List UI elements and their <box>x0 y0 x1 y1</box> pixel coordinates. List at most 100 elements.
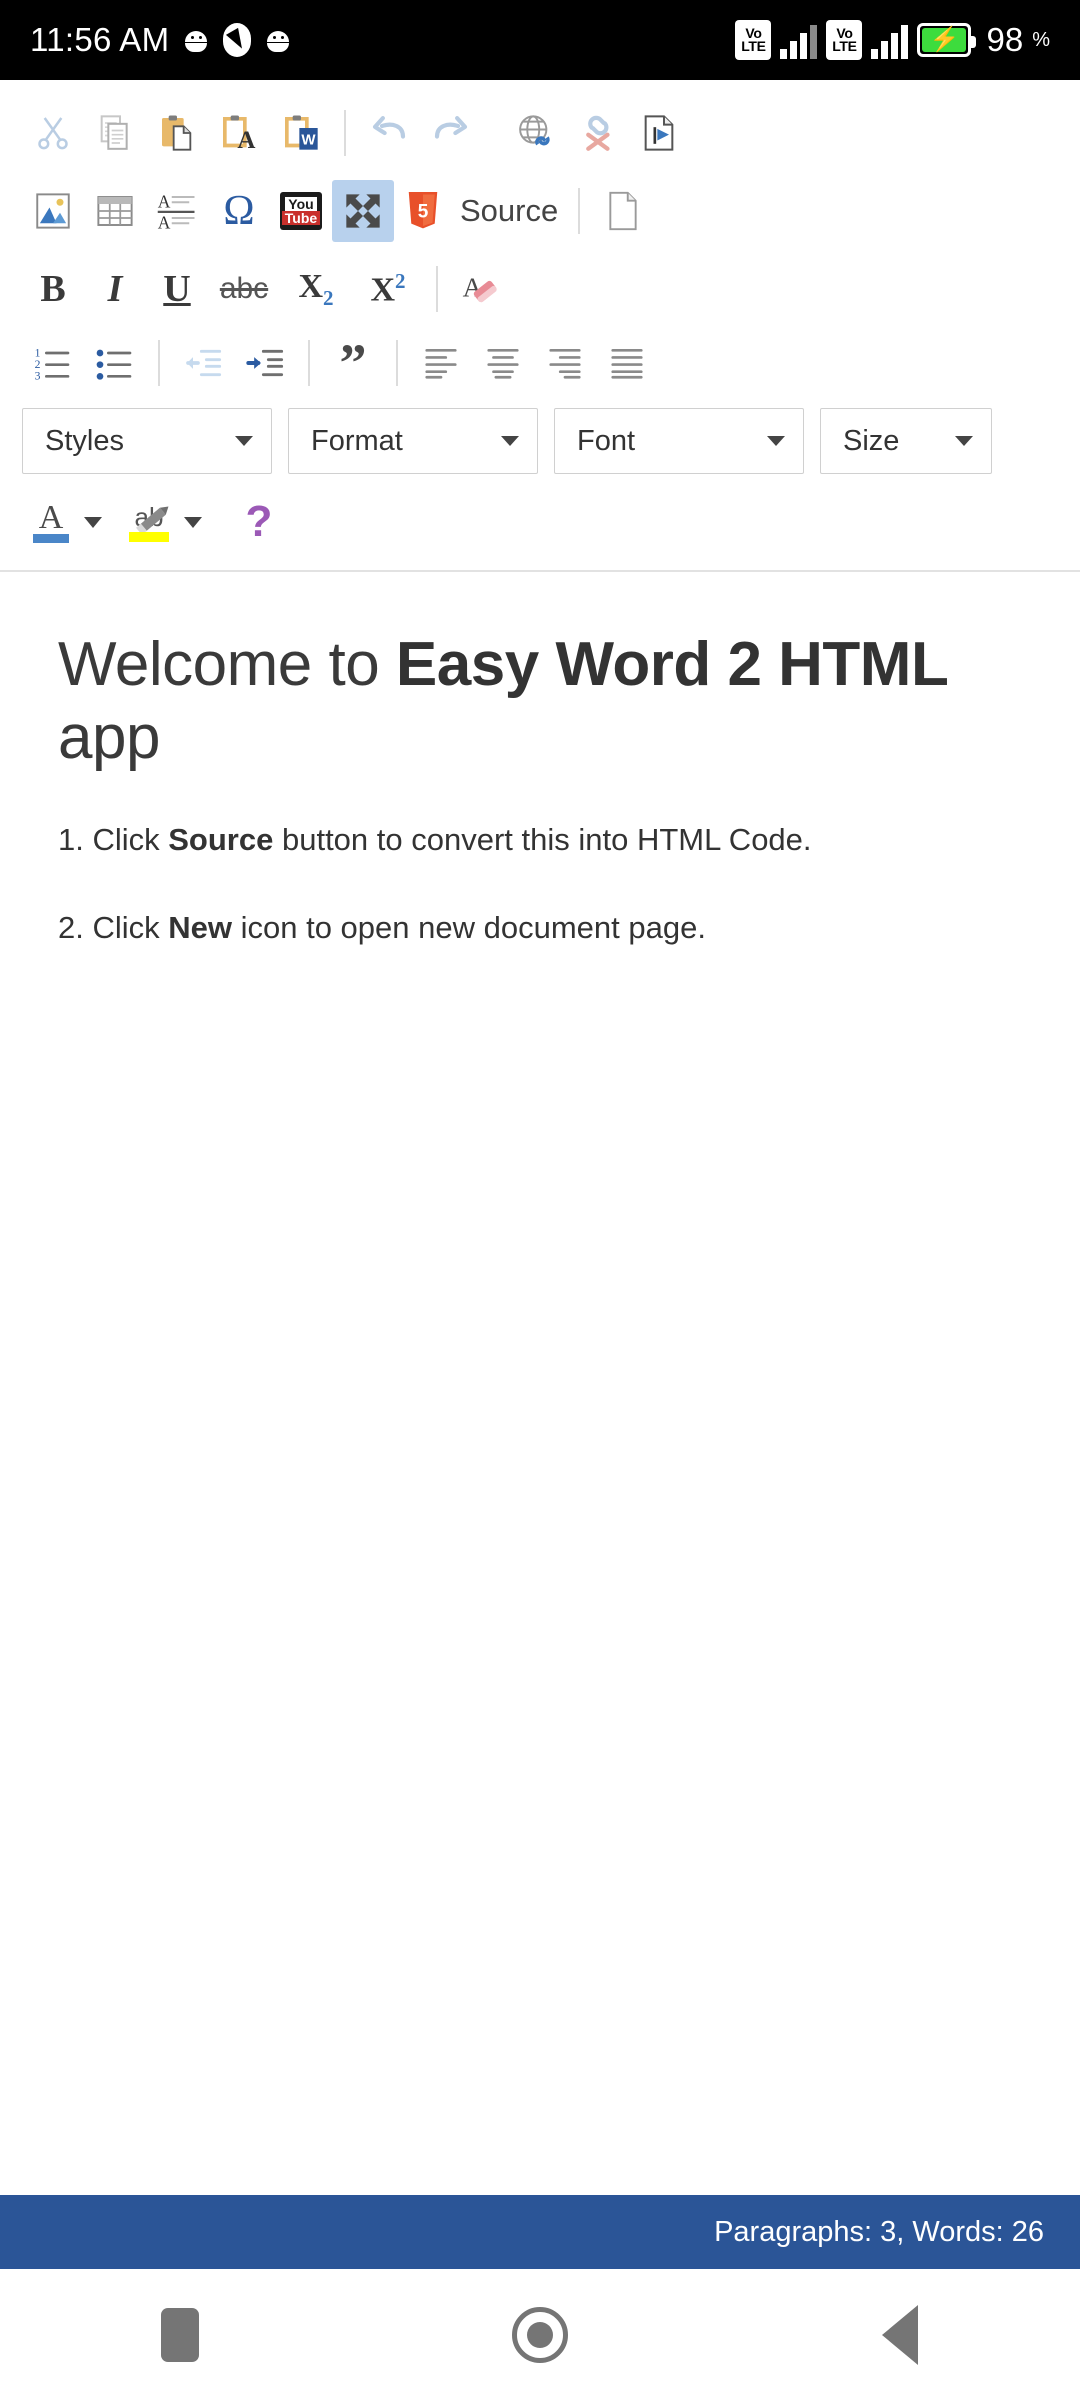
svg-text:5: 5 <box>418 201 429 222</box>
svg-text:3: 3 <box>35 370 41 383</box>
copy-button[interactable] <box>84 102 146 164</box>
chevron-down-icon <box>955 436 973 446</box>
background-color-caret[interactable] <box>184 516 202 528</box>
blockquote-icon: ” <box>339 333 367 393</box>
underline-button[interactable]: U <box>146 258 208 320</box>
image-icon <box>36 193 70 229</box>
android-navigation-bar <box>0 2269 1080 2400</box>
paste-button[interactable] <box>146 102 208 164</box>
toolbar-row-basic-styles: B I U abc X2 X2 A <box>0 250 1080 328</box>
font-select-label: Font <box>577 424 636 457</box>
status-bar-clock: 11:56 AM <box>30 21 170 58</box>
redo-icon <box>434 116 468 139</box>
link-icon <box>519 115 550 146</box>
toolbar-divider <box>0 570 1080 572</box>
source-button[interactable]: 5 <box>394 180 452 242</box>
new-document-button[interactable] <box>592 180 654 242</box>
background-color-swatch <box>129 532 169 542</box>
styles-select[interactable]: Styles <box>22 408 272 474</box>
back-triangle-icon <box>882 2304 918 2365</box>
battery-percent-label: 98 <box>986 21 1024 58</box>
svg-text:A: A <box>237 127 255 153</box>
nav-back-button[interactable] <box>820 2285 980 2385</box>
toolbar-row-selects: Styles Format Font Size <box>0 398 1080 484</box>
anchor-button[interactable] <box>628 102 690 164</box>
paragraph-bold: Source <box>168 822 274 858</box>
youtube-icon: You Tube <box>280 192 322 230</box>
numbered-list-button[interactable]: 123 <box>22 332 84 394</box>
volte-bottom: LTE <box>832 38 857 54</box>
chevron-down-icon <box>235 436 253 446</box>
align-left-button[interactable] <box>410 332 472 394</box>
toolbar-row-clipboard: A W <box>0 94 1080 172</box>
recents-square-icon <box>161 2307 199 2362</box>
home-circle-icon <box>512 2306 568 2363</box>
strikethrough-button[interactable]: abc <box>208 258 280 320</box>
justify-button[interactable] <box>596 332 658 394</box>
subscript-button[interactable]: X2 <box>280 258 352 320</box>
highlighter-pen-icon <box>136 506 169 532</box>
about-help-button[interactable]: ? <box>228 491 290 553</box>
document-editing-area[interactable]: Welcome to Easy Word 2 HTML app 1. Click… <box>0 580 1080 2170</box>
link-button[interactable] <box>504 102 566 164</box>
source-button-label[interactable]: Source <box>460 193 558 229</box>
italic-button[interactable]: I <box>84 258 146 320</box>
justify-icon <box>611 348 643 379</box>
superscript-button[interactable]: X2 <box>352 258 424 320</box>
paragraph-prefix: 2. Click <box>58 909 169 945</box>
table-icon <box>97 196 133 226</box>
toolbar-row-insert: A A Ω You Tube 5 Source <box>0 172 1080 250</box>
undo-icon <box>372 116 406 139</box>
underline-icon: U <box>163 268 191 310</box>
superscript-icon: X2 <box>370 268 406 309</box>
styles-select-label: Styles <box>45 424 124 457</box>
toolbar-separator <box>578 188 581 234</box>
nav-recents-button[interactable] <box>100 2285 260 2385</box>
outdent-button[interactable] <box>172 332 234 394</box>
text-color-caret[interactable] <box>84 516 102 528</box>
indent-button[interactable] <box>234 332 296 394</box>
cut-button[interactable] <box>22 102 84 164</box>
table-button[interactable] <box>84 180 146 242</box>
remove-format-button[interactable]: A <box>450 258 512 320</box>
bold-button[interactable]: B <box>22 258 84 320</box>
bulleted-list-button[interactable] <box>84 332 146 394</box>
text-color-glyph: A <box>38 498 64 536</box>
paste-from-word-button[interactable]: W <box>270 102 332 164</box>
size-select[interactable]: Size <box>820 408 992 474</box>
paste-icon <box>162 115 192 151</box>
nav-home-button[interactable] <box>460 2285 620 2385</box>
italic-icon: I <box>107 268 123 310</box>
youtube-text-bottom: Tube <box>281 211 321 225</box>
text-color-button[interactable]: A <box>22 491 80 553</box>
background-color-button[interactable]: ab <box>118 491 180 553</box>
toolbar-separator <box>308 340 310 386</box>
unlink-icon <box>586 115 610 151</box>
document-heading: Welcome to Easy Word 2 HTML app <box>58 628 1022 774</box>
format-select[interactable]: Format <box>288 408 538 474</box>
status-bar-right: Vo LTE Vo LTE ⚡ 98 % <box>735 20 1050 60</box>
page-break-button[interactable]: A A <box>146 180 208 242</box>
image-button[interactable] <box>22 180 84 242</box>
blockquote-button[interactable]: ” <box>322 332 384 394</box>
youtube-button[interactable]: You Tube <box>270 180 332 242</box>
paste-as-plain-text-button[interactable]: A <box>208 102 270 164</box>
redo-button[interactable] <box>420 102 482 164</box>
signal-strength-icon <box>780 21 818 59</box>
maximize-button[interactable] <box>332 180 394 242</box>
youtube-text-top: You <box>285 197 317 211</box>
undo-button[interactable] <box>358 102 420 164</box>
strikethrough-icon: abc <box>219 272 269 305</box>
svg-text:A: A <box>158 192 171 212</box>
align-right-button[interactable] <box>534 332 596 394</box>
paragraph-suffix: icon to open new document page. <box>232 909 706 945</box>
special-character-button[interactable]: Ω <box>208 180 270 242</box>
align-center-icon <box>487 348 519 379</box>
align-left-icon <box>425 348 457 379</box>
align-center-button[interactable] <box>472 332 534 394</box>
font-select[interactable]: Font <box>554 408 804 474</box>
paragraph-bold: New <box>168 909 232 945</box>
paste-as-plain-text-icon: A <box>223 115 255 153</box>
help-question-icon: ? <box>245 497 273 546</box>
unlink-button[interactable] <box>566 102 628 164</box>
